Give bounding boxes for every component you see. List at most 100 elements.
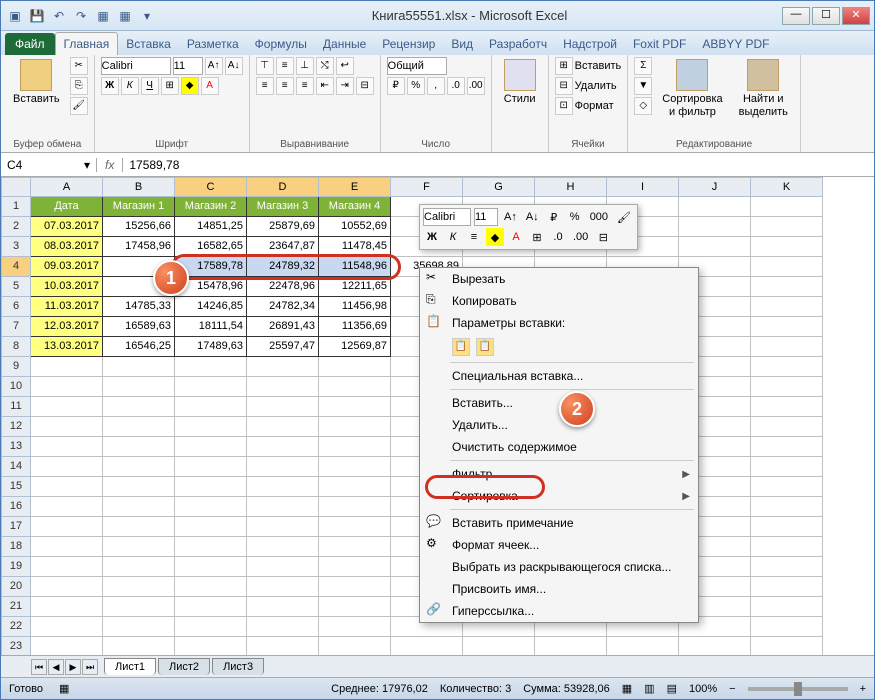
cell[interactable] <box>103 417 175 437</box>
cell[interactable]: 25597,47 <box>247 337 319 357</box>
cell[interactable] <box>31 517 103 537</box>
sheet-nav-first-icon[interactable]: ⏮ <box>31 659 47 675</box>
styles-button[interactable]: Стили <box>498 57 542 108</box>
row-header-10[interactable]: 10 <box>1 377 31 397</box>
cell[interactable] <box>175 517 247 537</box>
cell[interactable] <box>31 617 103 637</box>
cell[interactable]: 23647,87 <box>247 237 319 257</box>
sheet-tab-3[interactable]: Лист3 <box>212 658 264 675</box>
cell[interactable]: 16546,25 <box>103 337 175 357</box>
percent-icon[interactable]: % <box>407 77 425 95</box>
cell[interactable] <box>319 497 391 517</box>
cell[interactable]: 12211,65 <box>319 277 391 297</box>
macro-icon[interactable]: ▦ <box>59 682 69 695</box>
row-header-20[interactable]: 20 <box>1 577 31 597</box>
cell[interactable] <box>247 397 319 417</box>
sheet-nav-next-icon[interactable]: ▶ <box>65 659 81 675</box>
cell[interactable] <box>103 477 175 497</box>
cell[interactable] <box>751 597 823 617</box>
cell[interactable] <box>175 477 247 497</box>
paste-values-icon[interactable]: 📋 <box>476 338 494 356</box>
zoom-out-icon[interactable]: − <box>729 683 735 695</box>
cm-hyperlink[interactable]: 🔗Гиперссылка... <box>420 600 698 622</box>
col-header-K[interactable]: K <box>751 177 823 197</box>
col-header-J[interactable]: J <box>679 177 751 197</box>
cell[interactable] <box>679 237 751 257</box>
cell[interactable] <box>319 597 391 617</box>
bold-icon[interactable]: Ж <box>101 77 119 95</box>
tab-formulas[interactable]: Формулы <box>247 33 315 55</box>
cell[interactable] <box>751 277 823 297</box>
cell[interactable] <box>247 557 319 577</box>
cell[interactable]: Магазин 3 <box>247 197 319 217</box>
cell[interactable] <box>103 377 175 397</box>
row-header-7[interactable]: 7 <box>1 317 31 337</box>
cell[interactable] <box>319 577 391 597</box>
cell[interactable] <box>751 497 823 517</box>
cell[interactable] <box>175 557 247 577</box>
cell[interactable] <box>175 437 247 457</box>
row-header-17[interactable]: 17 <box>1 517 31 537</box>
cell[interactable] <box>751 297 823 317</box>
zoom-value[interactable]: 100% <box>689 683 717 695</box>
cell[interactable] <box>175 397 247 417</box>
cell[interactable] <box>751 337 823 357</box>
cell[interactable] <box>751 577 823 597</box>
cell[interactable]: 14246,85 <box>175 297 247 317</box>
align-top-icon[interactable]: ⊤ <box>256 57 274 75</box>
cell[interactable] <box>103 597 175 617</box>
tab-developer[interactable]: Разработч <box>481 33 555 55</box>
mt-bold-icon[interactable]: Ж <box>423 228 441 246</box>
cell[interactable]: 12.03.2017 <box>31 317 103 337</box>
font-size-select[interactable] <box>173 57 203 75</box>
sheet-tab-1[interactable]: Лист1 <box>104 658 156 675</box>
cell[interactable] <box>103 557 175 577</box>
cell[interactable]: 11478,45 <box>319 237 391 257</box>
comma-icon[interactable]: , <box>427 77 445 95</box>
inc-decimal-icon[interactable]: .0 <box>447 77 465 95</box>
cell[interactable] <box>463 637 535 655</box>
cell[interactable] <box>319 637 391 655</box>
cut-icon[interactable]: ✂ <box>70 57 88 75</box>
cell[interactable]: 11548,96 <box>319 257 391 277</box>
cell[interactable] <box>247 497 319 517</box>
cell[interactable] <box>247 517 319 537</box>
italic-icon[interactable]: К <box>121 77 139 95</box>
cell[interactable] <box>679 637 751 655</box>
cell[interactable]: Дата <box>31 197 103 217</box>
cell[interactable]: 08.03.2017 <box>31 237 103 257</box>
font-color-icon[interactable]: A <box>201 77 219 95</box>
cell[interactable]: 16589,63 <box>103 317 175 337</box>
mt-grow-icon[interactable]: A↑ <box>501 208 520 226</box>
row-header-19[interactable]: 19 <box>1 557 31 577</box>
delete-cells-label[interactable]: Удалить <box>575 80 617 92</box>
mt-merge-icon[interactable]: ⊟ <box>594 228 612 246</box>
cell[interactable] <box>319 417 391 437</box>
cm-comment[interactable]: 💬Вставить примечание <box>420 512 698 534</box>
row-header-5[interactable]: 5 <box>1 277 31 297</box>
col-header-D[interactable]: D <box>247 177 319 197</box>
sheet-tab-2[interactable]: Лист2 <box>158 658 210 675</box>
qat-dropdown-icon[interactable]: ▾ <box>137 6 157 26</box>
minimize-button[interactable]: — <box>782 7 810 25</box>
cell[interactable] <box>751 257 823 277</box>
tab-layout[interactable]: Разметка <box>179 33 247 55</box>
file-tab[interactable]: Файл <box>5 33 55 55</box>
cell[interactable] <box>535 637 607 655</box>
fx-icon[interactable]: fx <box>97 158 123 172</box>
cell[interactable] <box>751 557 823 577</box>
dec-decimal-icon[interactable]: .00 <box>467 77 485 95</box>
increase-font-icon[interactable]: A↑ <box>205 57 223 75</box>
cell[interactable] <box>103 517 175 537</box>
cell[interactable] <box>175 637 247 655</box>
cell[interactable] <box>31 537 103 557</box>
mt-format-painter-icon[interactable]: 🖌 <box>614 208 634 226</box>
col-header-G[interactable]: G <box>463 177 535 197</box>
row-header-12[interactable]: 12 <box>1 417 31 437</box>
redo-icon[interactable]: ↷ <box>71 6 91 26</box>
cm-paste-special[interactable]: Специальная вставка... <box>420 365 698 387</box>
cell[interactable] <box>751 397 823 417</box>
border-icon[interactable]: ⊞ <box>161 77 179 95</box>
row-header-1[interactable]: 1 <box>1 197 31 217</box>
col-header-B[interactable]: B <box>103 177 175 197</box>
